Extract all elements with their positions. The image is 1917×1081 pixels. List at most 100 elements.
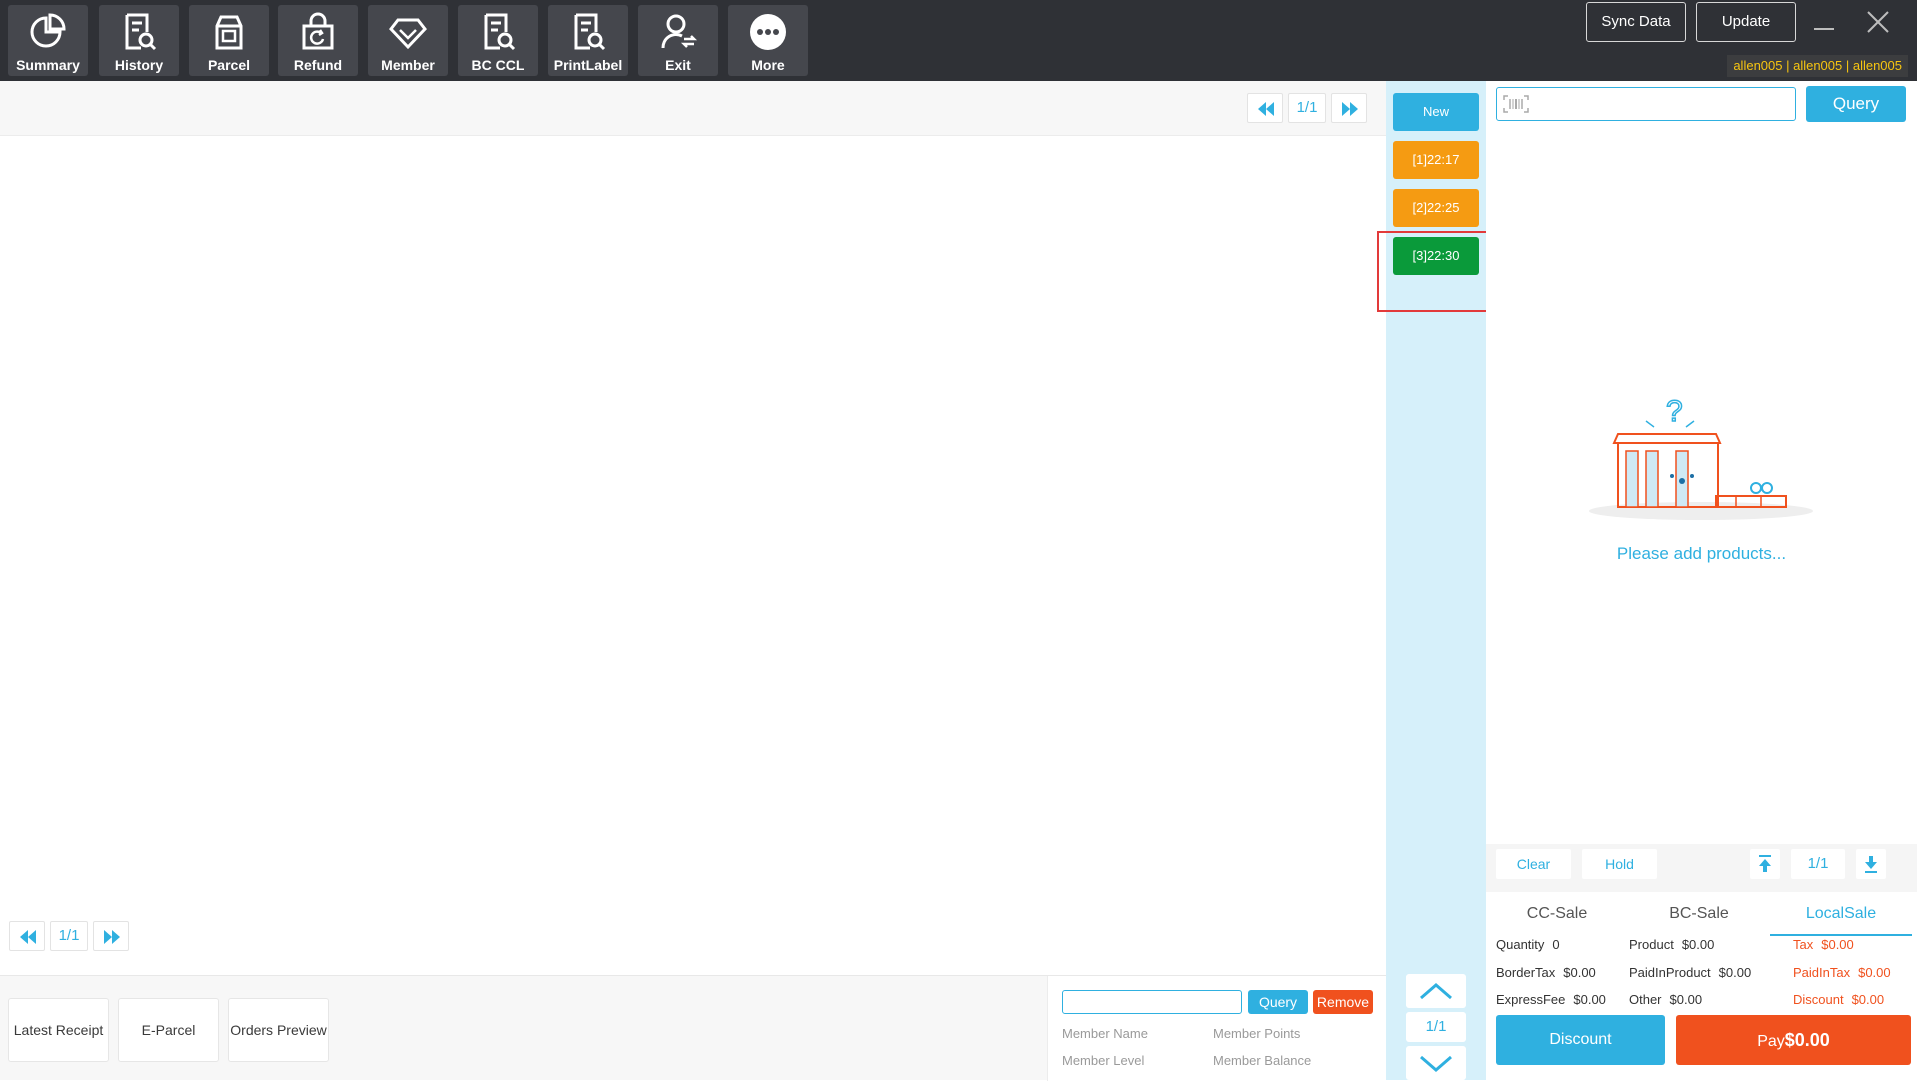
express-fee-summary: ExpressFee $0.00 [1496,992,1606,1007]
held-order-tab-1[interactable]: [1]22:17 [1393,141,1479,179]
tax-summary: Tax $0.00 [1793,937,1854,952]
other-label: Other [1629,992,1662,1007]
history-button[interactable]: History [99,5,179,76]
member-remove-button[interactable]: Remove [1313,990,1373,1014]
member-button[interactable]: Member [368,5,448,76]
tab-cc-sale[interactable]: CC-Sale [1486,892,1628,936]
double-right-arrow-icon [104,930,120,944]
border-tax-value: $0.00 [1563,965,1596,980]
paid-in-tax-summary: PaidInTax $0.00 [1793,965,1891,980]
prev-page-button[interactable] [1247,93,1283,123]
sync-data-button[interactable]: Sync Data [1586,2,1686,42]
discount-button[interactable]: Discount [1496,1015,1665,1065]
next-page-button[interactable] [1331,93,1367,123]
product-summary: Product $0.00 [1629,937,1714,952]
paid-in-tax-value: $0.00 [1858,965,1891,980]
tax-label: Tax [1793,937,1814,952]
border-tax-summary: BorderTax $0.00 [1496,965,1596,980]
held-order-tab-2[interactable]: [2]22:25 [1393,189,1479,227]
refund-label: Refund [293,57,343,73]
cart-scroll-bottom-button[interactable] [1856,849,1886,879]
express-fee-label: ExpressFee [1496,992,1566,1007]
member-panel: Query Remove Member Name Member Points M… [1047,976,1386,1081]
discount-summary: Discount $0.00 [1793,992,1884,1007]
product-label: Product [1629,937,1674,952]
empty-cart-illustration: ? [1589,394,1813,520]
pay-button[interactable]: Pay$0.00 [1676,1015,1911,1065]
pay-amount: $0.00 [1784,1030,1830,1050]
more-button[interactable]: More [728,5,808,76]
chevron-down-icon [1420,1055,1452,1072]
cart-action-row: Clear Hold 1/1 [1486,844,1917,892]
more-label: More [751,57,785,73]
category-page-indicator: 1/1 [50,921,88,951]
orders-scroll-down-button[interactable] [1406,1046,1466,1080]
barcode-icon [1503,95,1529,113]
parcel-button[interactable]: Parcel [189,5,269,76]
new-order-button[interactable]: New [1393,93,1479,131]
parcel-box-icon [215,15,243,50]
close-icon[interactable] [1860,8,1896,38]
print-label-label: PrintLabel [553,57,623,73]
tab-bc-sale[interactable]: BC-Sale [1628,892,1770,936]
other-summary: Other $0.00 [1629,992,1702,1007]
category-prev-button[interactable] [9,921,45,951]
member-name-label: Member Name [1062,1026,1148,1041]
orders-page-indicator: 1/1 [1406,1012,1466,1042]
category-next-button[interactable] [93,921,129,951]
paid-in-product-value: $0.00 [1718,965,1752,980]
document-search-icon [574,13,606,51]
product-value: $0.00 [1681,937,1715,952]
document-search-icon [125,13,157,51]
exit-button[interactable]: Exit [638,5,718,76]
double-right-arrow-icon [1342,102,1358,116]
update-button[interactable]: Update [1696,2,1796,42]
express-fee-value: $0.00 [1573,992,1606,1007]
member-level-label: Member Level [1062,1053,1145,1068]
border-tax-label: BorderTax [1496,965,1556,980]
user-switch-icon [661,14,698,49]
clear-button[interactable]: Clear [1496,849,1571,879]
sale-type-tabs: CC-Sale BC-Sale LocalSale [1486,892,1917,936]
svg-text:?: ? [1666,395,1683,428]
bc-ccl-button[interactable]: BC CCL [458,5,538,76]
member-query-button[interactable]: Query [1248,990,1308,1014]
highlight-annotation [1377,231,1503,312]
orders-preview-button[interactable]: Orders Preview [228,998,329,1062]
chevron-up-icon [1420,983,1452,1000]
page-indicator: 1/1 [1288,93,1326,123]
minimize-icon[interactable] [1806,8,1842,38]
discount-label: Discount [1793,992,1844,1007]
other-value: $0.00 [1669,992,1703,1007]
bc-ccl-label: BC CCL [471,57,525,73]
user-tag: allen005 | allen005 | allen005 [1727,55,1908,77]
e-parcel-button[interactable]: E-Parcel [118,998,219,1062]
pie-chart-icon [30,13,66,48]
pay-label: Pay [1757,1033,1785,1050]
double-left-arrow-icon [20,930,36,944]
print-label-button[interactable]: PrintLabel [548,5,628,76]
barcode-search-input[interactable] [1496,87,1796,121]
product-query-button[interactable]: Query [1806,86,1906,122]
double-left-arrow-icon [1258,102,1274,116]
product-grid-area: 1/1 1/1 Latest Receipt E-Parcel Orders P… [0,81,1386,1081]
paid-in-product-summary: PaidInProduct $0.00 [1629,965,1751,980]
history-label: History [114,57,164,73]
parcel-label: Parcel [207,57,251,73]
latest-receipt-button[interactable]: Latest Receipt [8,998,109,1062]
tab-local-sale[interactable]: LocalSale [1770,892,1912,936]
diamond-icon [389,18,427,50]
arrow-to-bottom-icon [1865,856,1877,873]
member-points-label: Member Points [1213,1026,1301,1041]
empty-cart-message: Please add products... [1616,544,1787,563]
tax-value: $0.00 [1821,937,1854,952]
cart-scroll-top-button[interactable] [1750,849,1780,879]
orders-scroll-up-button[interactable] [1406,974,1466,1008]
member-search-input[interactable] [1062,990,1242,1014]
refund-button[interactable]: Refund [278,5,358,76]
main-footer: Latest Receipt E-Parcel Orders Preview Q… [0,975,1386,1081]
member-balance-label: Member Balance [1213,1053,1312,1068]
hold-button[interactable]: Hold [1582,849,1657,879]
exit-label: Exit [665,57,691,73]
summary-button[interactable]: Summary [8,5,88,76]
